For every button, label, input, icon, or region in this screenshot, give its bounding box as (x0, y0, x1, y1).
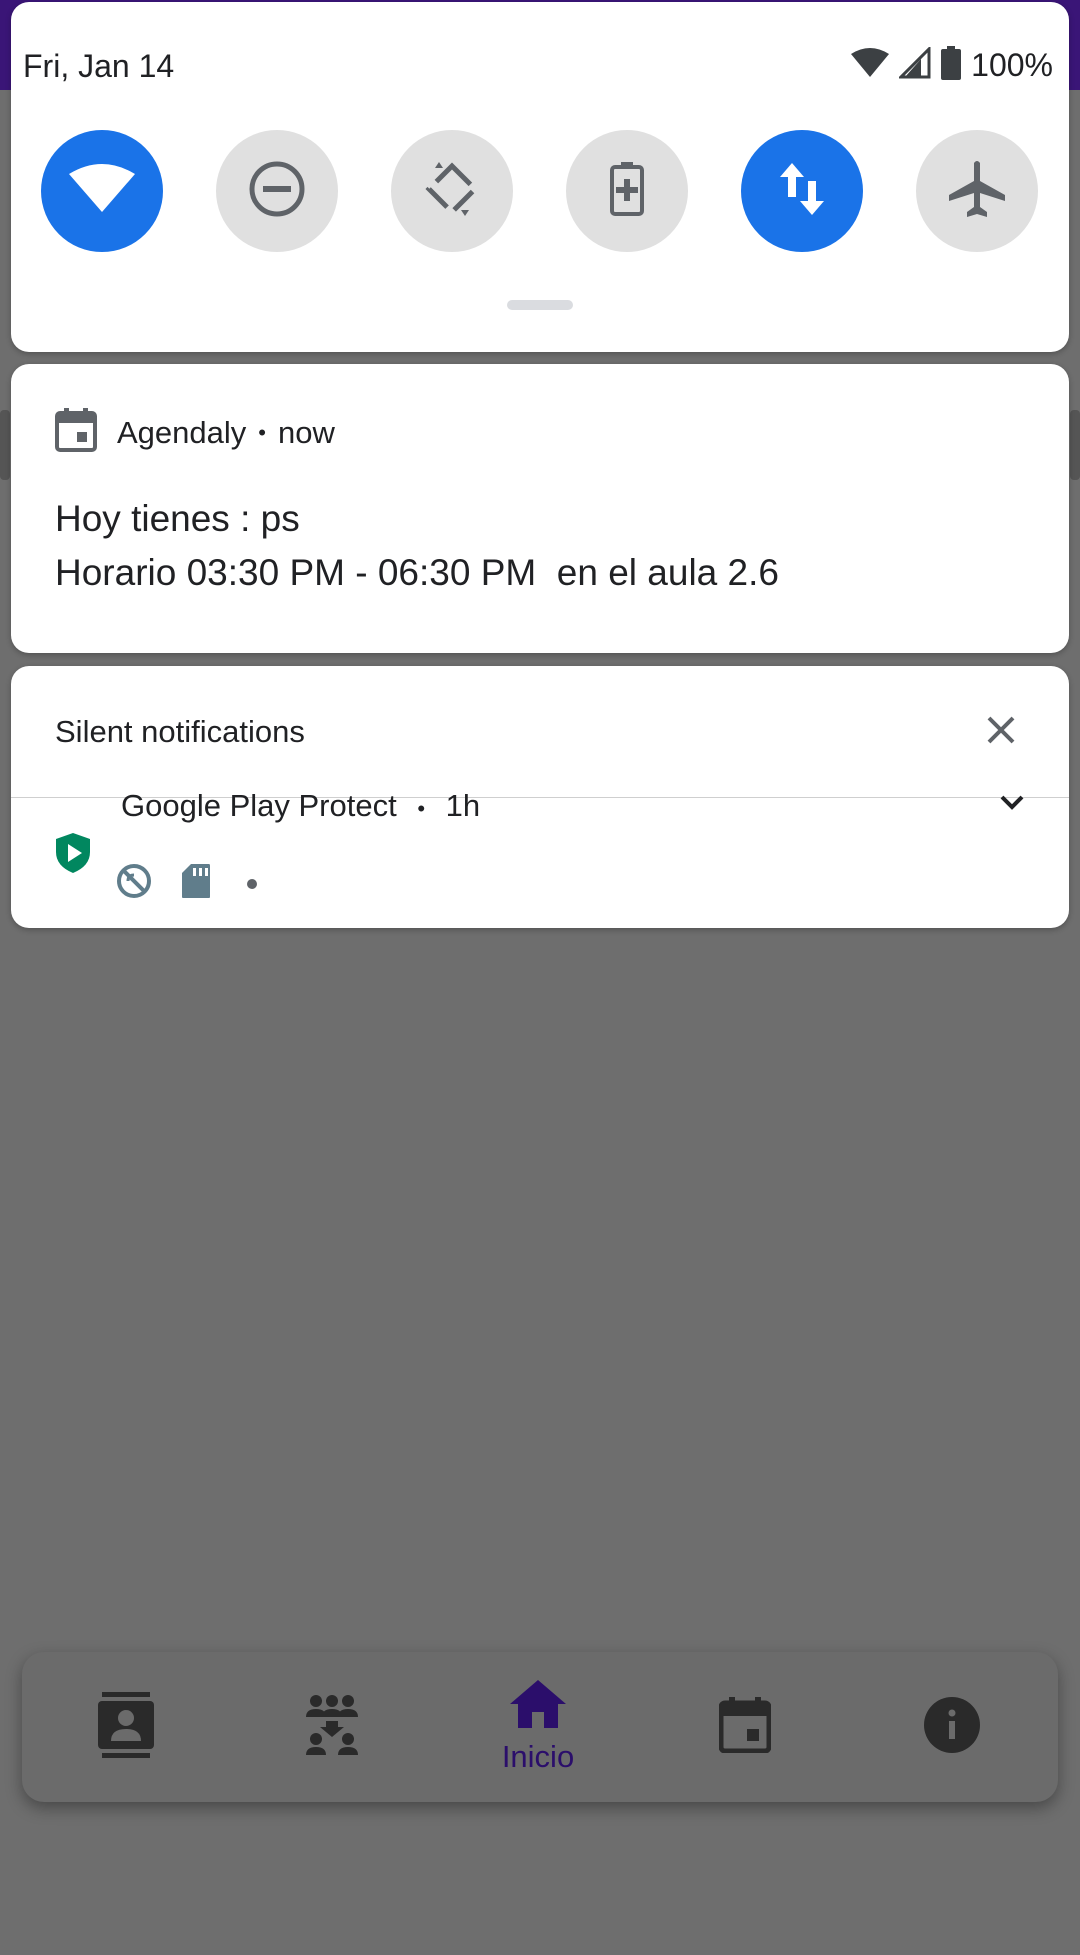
nav-item-info[interactable] (872, 1652, 1032, 1802)
calendar-icon (55, 408, 97, 457)
nav-item-inicio[interactable]: Inicio (458, 1652, 618, 1802)
expand-handle[interactable] (507, 300, 573, 310)
groups-icon (304, 1694, 360, 1760)
notification-title: Hoy tienes : ps (55, 498, 300, 539)
notification-status-icons (115, 862, 257, 905)
nav-item-groups[interactable] (252, 1652, 412, 1802)
clear-silent-button[interactable] (981, 712, 1021, 752)
notification-header: Agendaly • now (55, 408, 335, 457)
quick-settings-tiles (11, 130, 1069, 260)
background-card-edge (0, 410, 10, 480)
notification-card[interactable]: Agendaly • now Hoy tienes : ps Horario 0… (11, 364, 1069, 653)
sync-disabled-icon (115, 862, 153, 905)
silent-notifications-section: Silent notifications Google Play Protect… (11, 666, 1069, 928)
cell-signal-icon (897, 45, 931, 84)
quick-settings-panel: Fri, Jan 14 100% (11, 2, 1069, 352)
status-icons: 100% (851, 45, 1053, 85)
notification-app-name: Google Play Protect (121, 788, 397, 823)
auto-rotate-icon (423, 160, 481, 223)
notification-app-name: Agendaly (117, 414, 247, 450)
event-icon (718, 1696, 772, 1758)
play-protect-shield-icon (55, 832, 91, 879)
do-not-disturb-icon (248, 160, 306, 223)
tile-battery-saver[interactable] (566, 130, 688, 252)
notification-header: Google Play Protect • 1h (121, 788, 480, 824)
contacts-icon (98, 1691, 154, 1763)
notification-time: now (277, 414, 335, 450)
bottom-navigation: Inicio (22, 1652, 1058, 1802)
separator-dot: • (417, 796, 426, 821)
status-bar: Fri, Jan 14 100% (11, 2, 1069, 132)
expand-chevron-icon[interactable] (999, 794, 1025, 817)
silent-notifications-title: Silent notifications (55, 714, 305, 749)
tile-airplane-mode[interactable] (916, 130, 1038, 252)
close-icon (986, 715, 1016, 750)
airplane-mode-icon (947, 159, 1007, 224)
separator-dot: • (258, 419, 266, 445)
sd-card-icon (181, 863, 211, 904)
silent-notification-item[interactable]: Google Play Protect • 1h (11, 788, 1069, 928)
home-icon (510, 1679, 566, 1733)
nav-item-label: Inicio (501, 1738, 575, 1774)
notification-text: Horario 03:30 PM - 06:30 PM en el aula 2… (55, 552, 779, 593)
battery-icon (941, 46, 962, 85)
wifi-icon (851, 48, 890, 83)
nav-item-contacts[interactable] (46, 1652, 206, 1802)
more-dot (247, 878, 257, 889)
battery-saver-icon (610, 161, 644, 221)
mobile-data-icon (778, 161, 826, 222)
wifi-icon (69, 163, 135, 219)
tile-do-not-disturb[interactable] (216, 130, 338, 252)
background-card-edge (1070, 410, 1080, 480)
tile-mobile-data[interactable] (741, 130, 863, 252)
tile-wifi[interactable] (41, 130, 163, 252)
nav-item-calendar[interactable] (665, 1652, 825, 1802)
info-icon (924, 1696, 980, 1758)
tile-auto-rotate[interactable] (391, 130, 513, 252)
notification-time: 1h (445, 788, 481, 823)
battery-percent: 100% (971, 47, 1053, 83)
status-date: Fri, Jan 14 (23, 48, 175, 84)
